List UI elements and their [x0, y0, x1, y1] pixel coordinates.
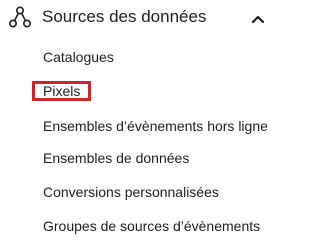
section-header[interactable]: Sources des données [0, 0, 287, 34]
data-sources-menu: Sources des données Catalogues Pixels En… [0, 0, 287, 248]
menu-item-event-source-groups[interactable]: Groupes de sources d’évènements [43, 216, 260, 236]
menu-item-pixels[interactable]: Pixels [43, 81, 80, 101]
data-sources-icon [8, 5, 32, 29]
menu-item-offline-event-sets[interactable]: Ensembles d’évènements hors ligne [43, 116, 268, 136]
section-title: Sources des données [42, 7, 207, 26]
menu-item-datasets[interactable]: Ensembles de données [43, 148, 189, 168]
menu-item-catalogues[interactable]: Catalogues [43, 47, 114, 67]
chevron-up-icon[interactable] [251, 11, 265, 24]
menu-item-custom-conversions[interactable]: Conversions personnalisées [43, 182, 219, 202]
